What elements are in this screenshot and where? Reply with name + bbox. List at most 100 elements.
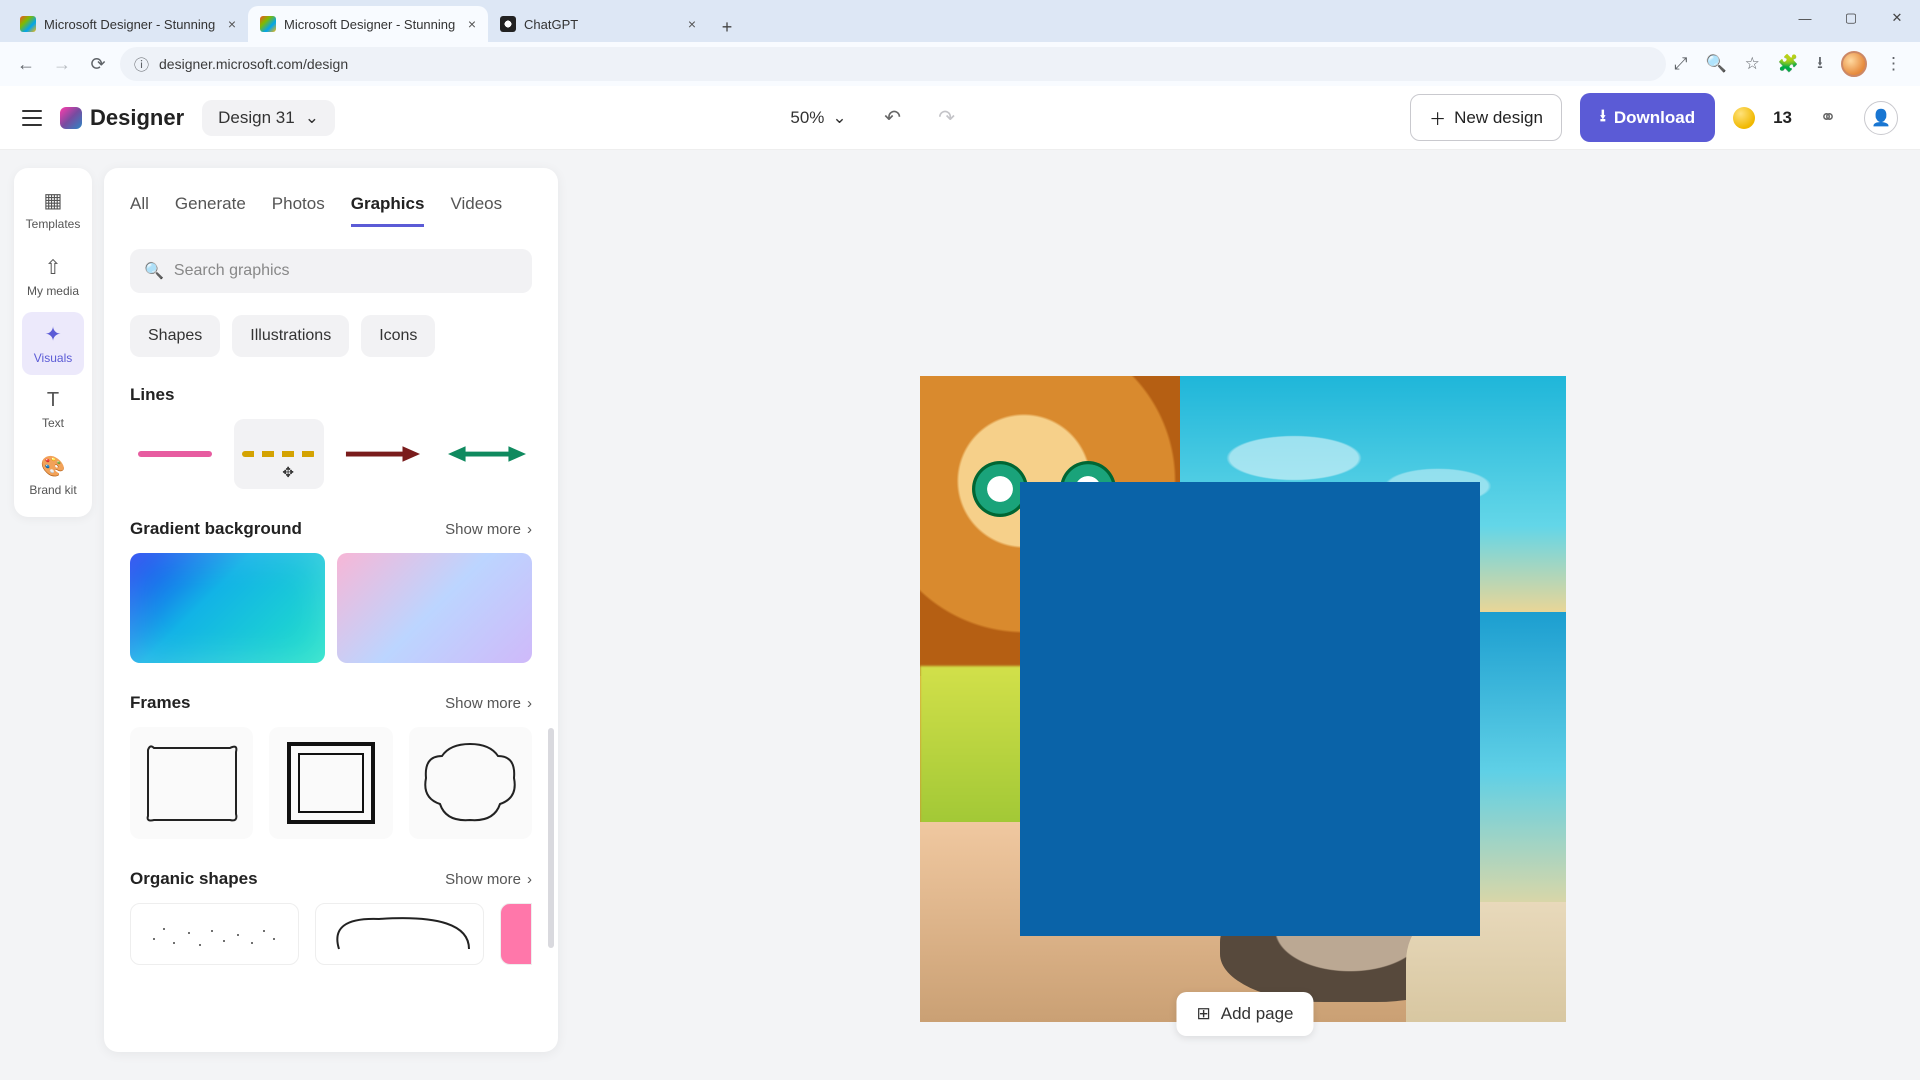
rail-label: Brand kit xyxy=(29,483,76,497)
forward-icon[interactable]: → xyxy=(48,50,76,78)
line-dashed[interactable]: ✥ xyxy=(234,419,324,489)
add-page-label: Add page xyxy=(1221,1004,1294,1024)
tab-close-icon[interactable]: × xyxy=(688,16,696,32)
line-solid[interactable] xyxy=(130,419,220,489)
account-icon[interactable]: 👤 xyxy=(1864,101,1898,135)
brand-logo[interactable]: Designer xyxy=(60,105,184,131)
browser-tab[interactable]: ChatGPT × xyxy=(488,6,708,42)
show-more-gradient[interactable]: Show more xyxy=(445,521,532,538)
shape-rectangle[interactable] xyxy=(1020,482,1480,936)
url-text: designer.microsoft.com/design xyxy=(159,56,348,72)
visuals-icon: ✦ xyxy=(45,322,62,347)
rail-label: Visuals xyxy=(34,351,72,365)
download-label: Download xyxy=(1614,108,1695,128)
coin-count: 13 xyxy=(1773,108,1792,128)
rail-label: Text xyxy=(42,416,64,430)
window-minimize-icon[interactable]: — xyxy=(1782,0,1828,36)
chip-shapes[interactable]: Shapes xyxy=(130,315,220,357)
bookmark-icon[interactable]: ☆ xyxy=(1745,54,1760,74)
rail-visuals[interactable]: ✦ Visuals xyxy=(22,312,84,375)
tab-graphics[interactable]: Graphics xyxy=(351,194,425,227)
rail-brand-kit[interactable]: 🎨 Brand kit xyxy=(22,444,84,507)
canvas-area[interactable]: ⊞ Add page xyxy=(600,196,1890,1050)
url-input[interactable]: ⓘ designer.microsoft.com/design xyxy=(120,47,1666,81)
chevron-down-icon: ⌄ xyxy=(305,108,319,128)
line-arrow-right[interactable] xyxy=(338,419,428,489)
hamburger-icon[interactable] xyxy=(22,110,42,126)
new-design-label: New design xyxy=(1454,108,1543,128)
organic-tile[interactable] xyxy=(130,903,299,965)
gradient-row xyxy=(130,553,532,663)
chevron-right-icon xyxy=(527,521,532,538)
artboard[interactable] xyxy=(920,376,1566,1022)
line-arrow-both[interactable] xyxy=(442,419,532,489)
chevron-down-icon: ⌄ xyxy=(832,108,846,128)
chevron-right-icon xyxy=(527,871,532,888)
tab-videos[interactable]: Videos xyxy=(450,194,502,227)
window-maximize-icon[interactable]: ▢ xyxy=(1828,0,1874,36)
tab-photos[interactable]: Photos xyxy=(272,194,325,227)
tab-all[interactable]: All xyxy=(130,194,149,227)
search-icon: 🔍 xyxy=(144,261,164,281)
new-tab-button[interactable]: + xyxy=(712,12,742,42)
tab-close-icon[interactable]: × xyxy=(468,16,476,32)
show-more-frames[interactable]: Show more xyxy=(445,695,532,712)
rail-templates[interactable]: ▦ Templates xyxy=(22,178,84,241)
browser-tab[interactable]: Microsoft Designer - Stunning × xyxy=(248,6,488,42)
profile-avatar[interactable] xyxy=(1841,51,1867,77)
section-organic-title: Organic shapes xyxy=(130,869,258,889)
tab-strip: Microsoft Designer - Stunning × Microsof… xyxy=(0,0,1920,42)
plus-icon: ＋ xyxy=(1429,105,1446,130)
rail-text[interactable]: T Text xyxy=(22,379,84,440)
search-input[interactable]: 🔍 Search graphics xyxy=(130,249,532,293)
gradient-tile[interactable] xyxy=(130,553,325,663)
toolbar-icons: ⤢ 🔍 ☆ 🧩 ⭳ ⋮ xyxy=(1674,50,1908,79)
frame-tile[interactable] xyxy=(130,727,253,839)
undo-icon[interactable]: ↶ xyxy=(875,100,911,136)
scrollbar[interactable] xyxy=(548,728,554,948)
organic-row xyxy=(130,903,532,965)
new-design-button[interactable]: ＋ New design xyxy=(1410,94,1562,141)
text-icon: T xyxy=(47,389,59,412)
tab-title: ChatGPT xyxy=(524,17,680,32)
reload-icon[interactable]: ⟳ xyxy=(84,50,112,78)
downloads-icon[interactable]: ⭳ xyxy=(1817,50,1823,79)
section-frames-title: Frames xyxy=(130,693,190,713)
organic-tile[interactable] xyxy=(500,903,532,965)
download-button[interactable]: ⭳ Download xyxy=(1580,93,1715,142)
redo-icon[interactable]: ↷ xyxy=(929,100,965,136)
share-icon[interactable]: ⚭ xyxy=(1810,100,1846,136)
extensions-icon[interactable]: 🧩 xyxy=(1778,54,1799,74)
left-rail: ▦ Templates ⇧ My media ✦ Visuals T Text … xyxy=(14,168,92,517)
window-close-icon[interactable]: ✕ xyxy=(1874,0,1920,36)
design-name-dropdown[interactable]: Design 31 ⌄ xyxy=(202,100,335,136)
rail-label: My media xyxy=(27,284,79,298)
show-more-organic[interactable]: Show more xyxy=(445,871,532,888)
site-info-icon[interactable]: ⓘ xyxy=(134,54,149,75)
gradient-tile[interactable] xyxy=(337,553,532,663)
browser-chrome: Microsoft Designer - Stunning × Microsof… xyxy=(0,0,1920,86)
category-chips: Shapes Illustrations Icons xyxy=(130,315,532,357)
chip-icons[interactable]: Icons xyxy=(361,315,435,357)
kebab-menu-icon[interactable]: ⋮ xyxy=(1885,54,1902,74)
visuals-panel: All Generate Photos Graphics Videos 🔍 Se… xyxy=(104,168,558,1052)
tab-generate[interactable]: Generate xyxy=(175,194,246,227)
zoom-dropdown[interactable]: 50% ⌄ xyxy=(780,102,856,134)
install-app-icon[interactable]: ⤢ xyxy=(1674,54,1688,74)
app-header: Designer Design 31 ⌄ 50% ⌄ ↶ ↷ ＋ New des… xyxy=(0,86,1920,150)
zoom-icon[interactable]: 🔍 xyxy=(1705,54,1726,74)
back-icon[interactable]: ← xyxy=(12,50,40,78)
rail-my-media[interactable]: ⇧ My media xyxy=(22,245,84,308)
zoom-value: 50% xyxy=(790,108,824,128)
app: Designer Design 31 ⌄ 50% ⌄ ↶ ↷ ＋ New des… xyxy=(0,86,1920,1080)
chip-illustrations[interactable]: Illustrations xyxy=(232,315,349,357)
frame-tile[interactable] xyxy=(409,727,532,839)
organic-tile[interactable] xyxy=(315,903,484,965)
panel-tabs: All Generate Photos Graphics Videos xyxy=(130,194,532,227)
address-bar: ← → ⟳ ⓘ designer.microsoft.com/design ⤢ … xyxy=(0,42,1920,86)
tab-close-icon[interactable]: × xyxy=(228,16,236,32)
add-page-button[interactable]: ⊞ Add page xyxy=(1176,992,1313,1036)
frames-row xyxy=(130,727,532,839)
browser-tab[interactable]: Microsoft Designer - Stunning × xyxy=(8,6,248,42)
frame-tile[interactable] xyxy=(269,727,392,839)
